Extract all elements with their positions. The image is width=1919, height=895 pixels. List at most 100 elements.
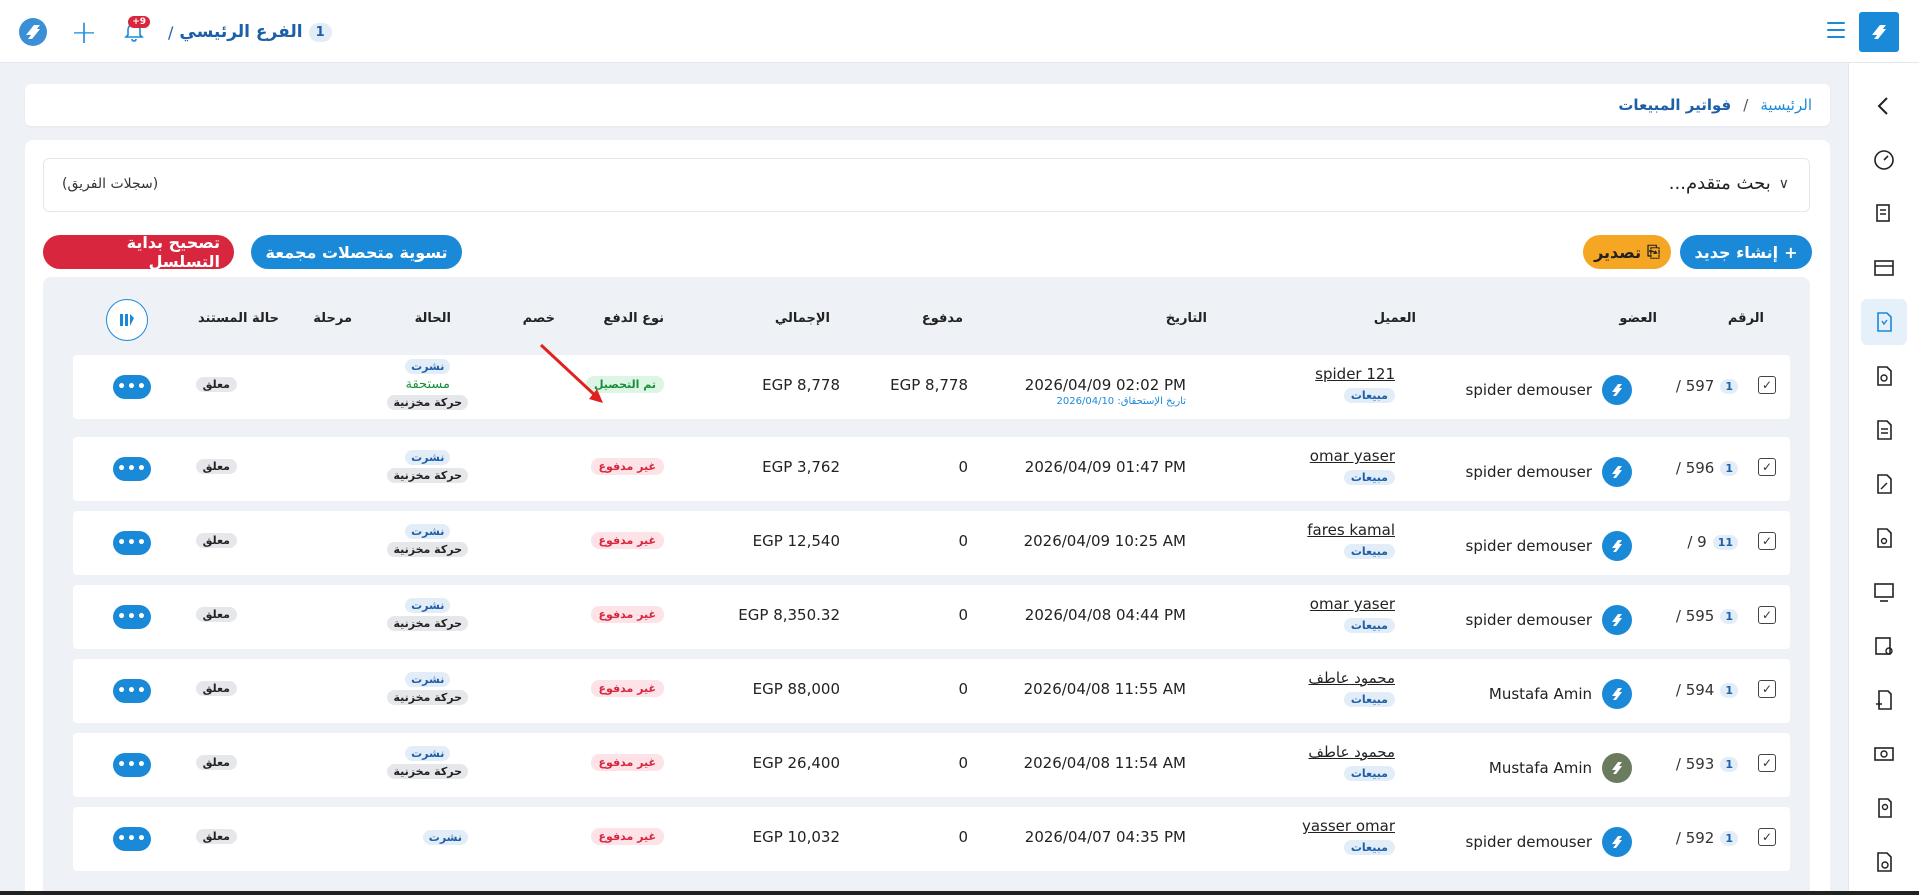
column-header-paid[interactable]: مدفوع [922, 311, 963, 326]
table-row[interactable]: ✓ 1 596 / spider demouser omar yaser مبيعات 20… [73, 437, 1790, 501]
client-link[interactable]: fares kamal [1307, 521, 1395, 539]
invoice-prefix-badge: 1 [1720, 682, 1738, 698]
avatar [1602, 827, 1632, 857]
more-actions-button[interactable]: ••• [113, 827, 151, 851]
more-actions-button[interactable]: ••• [113, 375, 151, 399]
invoice-number[interactable]: 1 592 / [1676, 829, 1738, 847]
total-amount: EGP 3,762 [762, 458, 840, 476]
row-checkbox[interactable]: ✓ [1758, 532, 1776, 550]
invoice-number[interactable]: 11 9 / [1687, 533, 1738, 551]
member-cell: spider demouser [1466, 457, 1632, 487]
menu-icon[interactable] [1827, 22, 1845, 38]
status-due-label: مستحقة [405, 377, 450, 392]
column-header-total[interactable]: الإجمالي [775, 311, 830, 326]
create-new-button[interactable]: + إنشاء جديد [1680, 235, 1812, 269]
table-row[interactable]: ✓ 1 592 / spider demouser yasser omar مبيعات 2… [73, 807, 1790, 871]
document-add-icon [1876, 690, 1892, 710]
client-link[interactable]: omar yaser [1310, 447, 1395, 465]
sidebar-item-purchases[interactable] [1861, 191, 1907, 237]
column-header-status[interactable]: الحالة [415, 311, 451, 326]
invoice-number[interactable]: 1 593 / [1676, 755, 1738, 773]
row-checkbox[interactable]: ✓ [1758, 606, 1776, 624]
client-tag-badge: مبيعات [1343, 388, 1395, 403]
brand-logo[interactable] [1859, 12, 1899, 52]
sidebar-item-sales-invoices[interactable] [1861, 299, 1907, 345]
column-header-payment-type[interactable]: نوع الدفع [603, 311, 664, 326]
column-header-discount[interactable]: خصم [523, 311, 555, 326]
row-checkbox[interactable]: ✓ [1758, 458, 1776, 476]
more-actions-button[interactable]: ••• [113, 531, 151, 555]
fix-sequence-button[interactable]: تصحيح بداية التسلسل [43, 233, 234, 271]
branch-selector[interactable]: 1 الفرع الرئيسي / [164, 22, 332, 42]
sidebar-item-add-document[interactable] [1861, 677, 1907, 723]
add-icon[interactable]: + [68, 16, 100, 48]
invoice-number[interactable]: 1 595 / [1676, 607, 1738, 625]
advanced-search-toggle[interactable]: ∨ بحث متقدم... [1669, 173, 1789, 194]
doc-state-badge: معلق [195, 377, 237, 392]
more-actions-button[interactable]: ••• [113, 753, 151, 777]
invoice-date: 2026/04/07 04:35 PM [1024, 828, 1186, 846]
client-link[interactable]: محمود عاطف [1308, 743, 1395, 761]
column-settings-button[interactable] [106, 299, 148, 341]
row-checkbox[interactable]: ✓ [1758, 754, 1776, 772]
sidebar-item-online-store[interactable] [1861, 569, 1907, 615]
invoice-number[interactable]: 1 597 / [1676, 377, 1738, 395]
payment-status-badge: غير مدفوع [590, 680, 664, 697]
column-header-number[interactable]: الرقم [1728, 311, 1764, 326]
column-header-member[interactable]: العضو [1619, 311, 1657, 326]
sidebar-item-credit-notes[interactable] [1861, 461, 1907, 507]
client-link[interactable]: yasser omar [1302, 817, 1395, 835]
column-header-date[interactable]: التاريخ [1166, 311, 1207, 326]
collapse-sidebar-button[interactable] [1861, 83, 1907, 129]
advanced-search-panel[interactable]: ∨ بحث متقدم... (سجلات الفريق) [43, 158, 1810, 212]
column-header-doc-state[interactable]: حالة المستند [198, 311, 279, 326]
status-cell: نشرت [422, 830, 468, 845]
invoice-number[interactable]: 1 594 / [1676, 681, 1738, 699]
invoice-prefix-badge: 1 [1720, 378, 1738, 394]
invoice-number[interactable]: 1 596 / [1676, 459, 1738, 477]
client-cell: fares kamal مبيعات [1307, 521, 1395, 559]
row-checkbox[interactable]: ✓ [1758, 680, 1776, 698]
total-amount: EGP 88,000 [752, 680, 840, 698]
status-published-badge: نشرت [405, 524, 451, 539]
column-header-stage[interactable]: مرحلة [313, 311, 352, 326]
table-row[interactable]: ✓ 11 9 / spider demouser fares kamal مبيعات 20… [73, 511, 1790, 575]
invoice-date: 2026/04/09 02:02 PM [1024, 376, 1186, 394]
row-checkbox[interactable]: ✓ [1758, 376, 1776, 394]
member-name: spider demouser [1465, 833, 1592, 851]
client-link[interactable]: محمود عاطف [1308, 669, 1395, 687]
client-cell: omar yaser مبيعات [1310, 447, 1395, 485]
sidebar-item-settings-docs[interactable] [1861, 623, 1907, 669]
notifications-button[interactable]: +9 [118, 16, 150, 48]
sidebar-item-dashboard[interactable] [1861, 137, 1907, 183]
table-row[interactable]: ✓ 1 593 / Mustafa Amin محمود عاطف مبيعات 2026/… [73, 733, 1790, 797]
sidebar-item-returns[interactable] [1861, 353, 1907, 399]
app-logo-icon[interactable] [16, 15, 50, 49]
sidebar-item-reports[interactable] [1861, 839, 1907, 885]
column-header-client[interactable]: العميل [1374, 311, 1416, 326]
more-actions-button[interactable]: ••• [113, 605, 151, 629]
client-link[interactable]: spider 121 [1315, 365, 1395, 383]
settle-collections-button[interactable]: تسوية متحصلات مجمعة [251, 235, 462, 269]
table-row[interactable]: ✓ 1 594 / Mustafa Amin محمود عاطف مبيعات 2026/… [73, 659, 1790, 723]
row-checkbox[interactable]: ✓ [1758, 828, 1776, 846]
invoice-prefix-badge: 1 [1720, 756, 1738, 772]
export-label: تصدير [1594, 242, 1642, 262]
sidebar-item-cash[interactable] [1861, 731, 1907, 777]
more-actions-button[interactable]: ••• [113, 457, 151, 481]
export-button[interactable]: ⎘ تصدير [1583, 235, 1671, 269]
sidebar-item-documents[interactable] [1861, 407, 1907, 453]
status-published-badge: نشرت [405, 359, 451, 374]
sidebar-item-pos[interactable] [1861, 245, 1907, 291]
sidebar-item-customer-payments[interactable] [1861, 785, 1907, 831]
table-row[interactable]: ✓ 1 595 / spider demouser omar yaser مبيعات 20… [73, 585, 1790, 649]
doc-state-badge: معلق [195, 681, 237, 696]
document-icon [1877, 420, 1892, 440]
client-link[interactable]: omar yaser [1310, 595, 1395, 613]
sidebar-item-quotes[interactable] [1861, 515, 1907, 561]
table-row[interactable]: ✓ 1 597 / spider demouser spider 121 مبيعات 20… [73, 355, 1790, 419]
total-amount: EGP 10,032 [752, 828, 840, 846]
invoice-prefix-badge: 1 [1720, 830, 1738, 846]
breadcrumb-home-link[interactable]: الرئيسية [1760, 96, 1812, 114]
more-actions-button[interactable]: ••• [113, 679, 151, 703]
